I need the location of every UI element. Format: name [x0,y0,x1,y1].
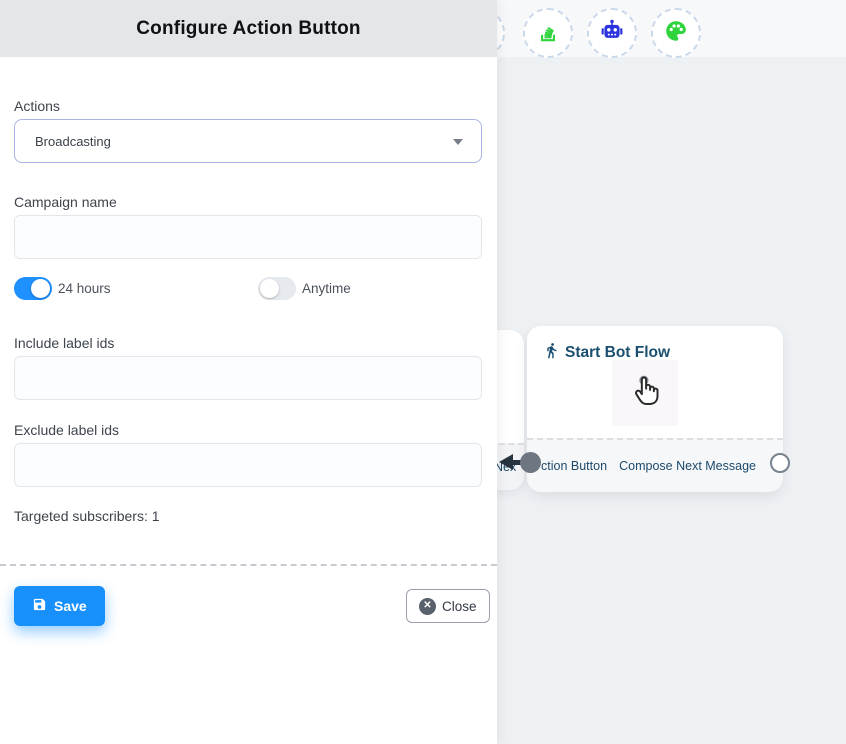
toggle-anytime-label: Anytime [302,281,351,296]
robot-icon [599,18,625,49]
socket-label-compose-next-message: Compose Next Message [619,459,756,473]
toggle-knob [260,279,279,298]
toolbar-button-palette[interactable] [651,8,701,58]
save-floppy-icon [32,597,47,615]
flow-node-footer: ction Button Compose Next Message [527,438,783,492]
close-button-label: Close [442,599,477,614]
targeted-subscribers-text: Targeted subscribers: 1 [14,508,160,524]
input-socket-circle[interactable] [520,452,541,473]
actions-select[interactable]: Broadcasting [14,119,482,163]
save-button-label: Save [54,598,87,614]
dashed-divider [0,564,497,566]
include-label-ids-input[interactable] [14,356,482,400]
panel-header: Configure Action Button [0,0,497,57]
socket-label-action-button: ction Button [541,459,607,473]
exclude-label-ids-label: Exclude label ids [14,422,119,438]
palette-icon [663,18,689,49]
toolbar-button-bot[interactable] [587,8,637,58]
toggle-anytime[interactable] [258,277,296,300]
flow-node-start-bot-flow[interactable]: Start Bot Flow ction Button Compose Next… [527,326,783,492]
chevron-down-icon [453,139,463,145]
panel-title: Configure Action Button [136,18,360,40]
toggle-knob [31,279,50,298]
stack-icon [535,18,561,49]
include-label-ids-label: Include label ids [14,335,114,351]
toggle-24-hours-label: 24 hours [58,281,111,296]
configure-action-panel: Configure Action Button Actions Broadcas… [0,0,497,744]
connection-arrowhead-icon [499,454,513,470]
drop-zone[interactable] [612,360,678,426]
actions-select-value: Broadcasting [35,134,111,149]
output-socket-circle[interactable] [770,453,790,473]
exclude-label-ids-input[interactable] [14,443,482,487]
app-root: Nex Start Bot Flow ction Button Compose … [0,0,846,744]
close-circle-icon: ✕ [419,598,436,615]
toggle-24-hours[interactable] [14,277,52,300]
save-button[interactable]: Save [14,586,105,626]
close-button[interactable]: ✕ Close [406,589,490,623]
hand-pointer-cursor-icon [626,372,664,415]
walking-person-icon [543,342,560,364]
actions-label: Actions [14,98,60,114]
campaign-name-input[interactable] [14,215,482,259]
campaign-name-label: Campaign name [14,194,117,210]
toolbar-button-stack[interactable] [523,8,573,58]
